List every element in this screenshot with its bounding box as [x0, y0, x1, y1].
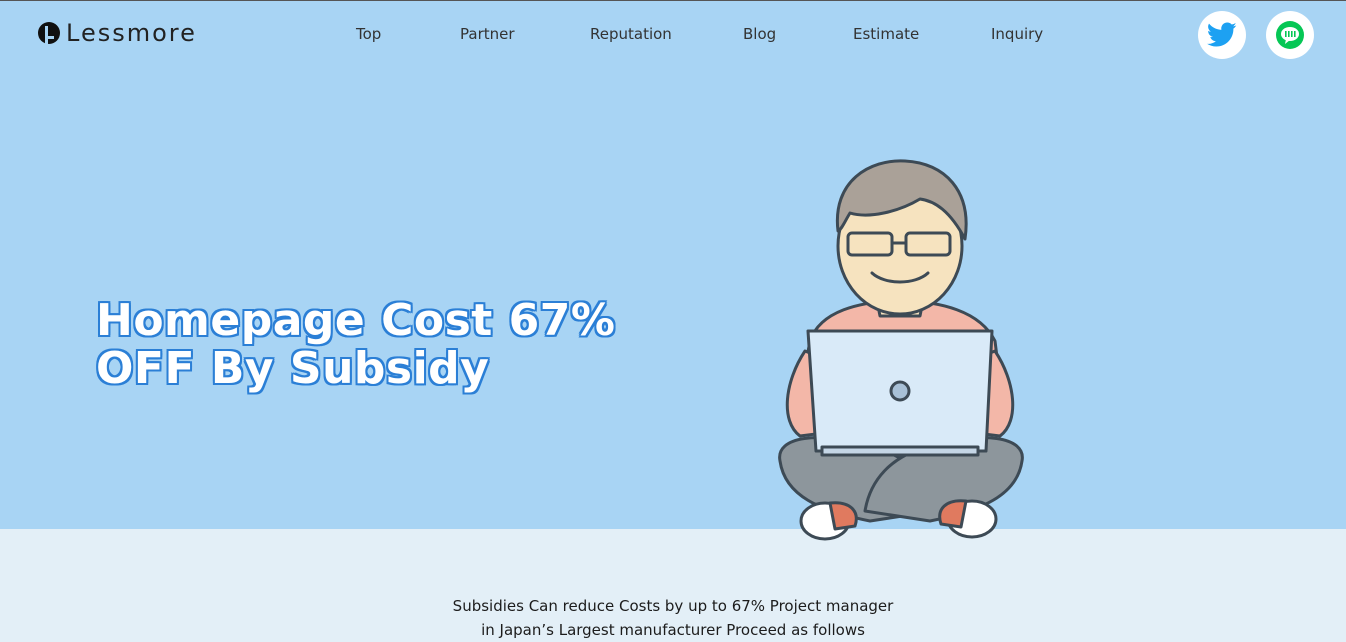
nav-estimate[interactable]: Estimate [853, 25, 919, 43]
nav-blog[interactable]: Blog [743, 25, 776, 43]
nav-inquiry[interactable]: Inquiry [991, 25, 1043, 43]
nav-top[interactable]: Top [356, 25, 381, 43]
hero-headline-line1: Homepage Cost 67% [96, 295, 616, 346]
twitter-button[interactable] [1198, 11, 1246, 59]
intro-line-2: in Japan’s Largest manufacturer Proceed … [481, 621, 865, 639]
hero-headline: Homepage Cost 67% OFF By Subsidy [96, 297, 615, 393]
hero-section: Lessmore Top Partner Reputation Blog Est… [0, 1, 1346, 541]
person-with-laptop-illustration [778, 159, 1024, 541]
line-button[interactable] [1266, 11, 1314, 59]
nav-reputation[interactable]: Reputation [590, 25, 672, 43]
hero-headline-line2: OFF By Subsidy [96, 343, 490, 394]
intro-line-1: Subsidies Can reduce Costs by up to 67% … [452, 597, 894, 615]
intro-text: Subsidies Can reduce Costs by up to 67% … [0, 594, 1346, 642]
twitter-bird-icon [1207, 22, 1237, 47]
nav-partner[interactable]: Partner [460, 25, 515, 43]
line-chat-icon [1276, 21, 1304, 49]
main-nav: Top Partner Reputation Blog Estimate Inq… [0, 25, 1346, 45]
